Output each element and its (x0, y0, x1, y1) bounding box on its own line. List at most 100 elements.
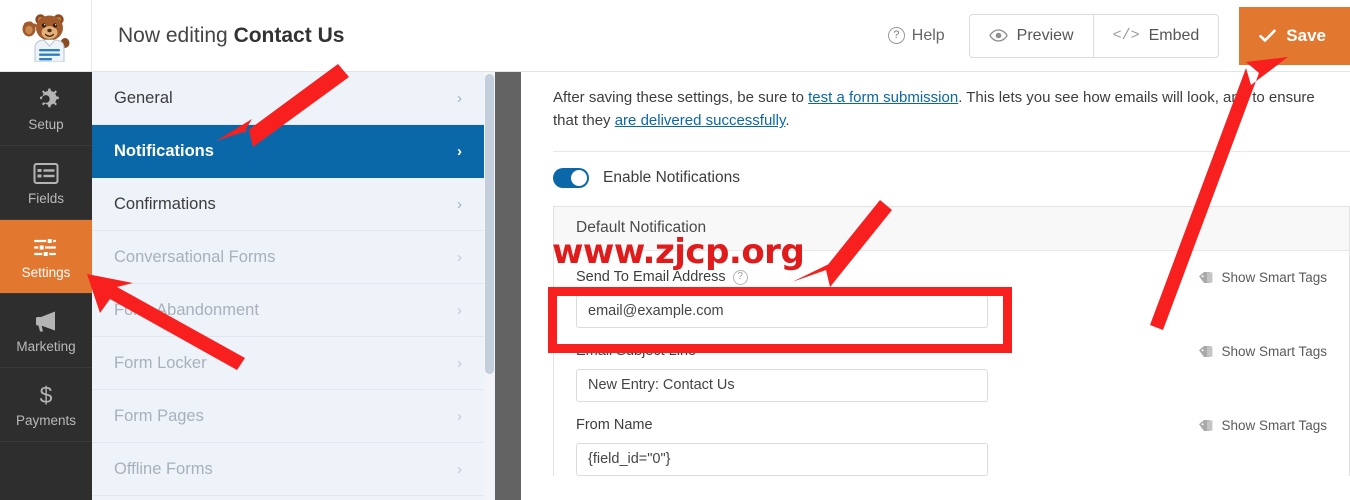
chevron-right-icon: › (457, 89, 462, 107)
chevron-right-icon: › (457, 142, 462, 160)
preview-label: Preview (1016, 26, 1074, 44)
settings-panel-scrollbar[interactable] (484, 72, 495, 500)
settings-item-general[interactable]: General › (92, 72, 484, 125)
gear-icon (40, 88, 59, 108)
show-smart-tags-label: Show Smart Tags (1221, 343, 1327, 359)
chevron-right-icon: › (457, 248, 462, 266)
toggle-knob (571, 169, 587, 186)
top-header-bar: Now editing Contact Us ? Help Preview </… (0, 0, 1350, 72)
settings-item-offline-forms[interactable]: Offline Forms › (92, 443, 484, 496)
sidebar-item-settings[interactable]: Settings (0, 220, 92, 294)
check-icon (1259, 29, 1277, 42)
from-name-input[interactable]: {field_id="0"} (576, 442, 988, 476)
settings-item-conversational-forms[interactable]: Conversational Forms › (92, 231, 484, 284)
field-label: From Name (576, 417, 653, 433)
send-to-email-address-input[interactable]: email@example.com (576, 294, 988, 328)
sidebar-item-label: Settings (21, 264, 71, 280)
dollar-icon: $ (40, 382, 53, 408)
settings-item-confirmations[interactable]: Confirmations › (92, 178, 484, 231)
help-button[interactable]: ? Help (872, 27, 961, 45)
eye-icon (988, 29, 1008, 42)
help-label: Help (911, 26, 945, 44)
card-title: Default Notification (576, 219, 707, 236)
save-label: Save (1286, 25, 1326, 45)
notifications-settings-content: After saving these settings, be sure to … (521, 72, 1350, 500)
preview-embed-group: Preview </> Embed (968, 13, 1220, 58)
chevron-right-icon: › (457, 195, 462, 213)
builder-sidebar: Setup Fields Settings Marketing $ Paymen… (0, 72, 92, 500)
show-smart-tags-label: Show Smart Tags (1221, 269, 1327, 285)
show-smart-tags-label: Show Smart Tags (1221, 417, 1327, 433)
chevron-right-icon: › (457, 460, 462, 478)
field-header: Email Subject Line Show Smart Tags (576, 341, 1327, 362)
settings-item-label: Notifications (114, 141, 214, 160)
settings-item-label: General (114, 88, 173, 107)
field-label: Send To Email Address (576, 269, 726, 285)
page-title-form-name: Contact Us (233, 23, 345, 47)
sidebar-item-fields[interactable]: Fields (0, 146, 92, 220)
svg-text:$: $ (40, 382, 53, 408)
card-header: Default Notification (554, 206, 1349, 251)
settings-item-form-locker[interactable]: Form Locker › (92, 337, 484, 390)
settings-item-label: Offline Forms (114, 459, 213, 478)
field-label: Email Subject Line (576, 343, 697, 359)
enable-notifications-row: Enable Notifications (553, 167, 1350, 188)
page-scrollbar[interactable] (495, 72, 521, 500)
sliders-icon (33, 237, 57, 258)
intro-part-3: . (785, 112, 790, 130)
test-form-submission-link[interactable]: test a form submission (808, 89, 958, 106)
divider (553, 150, 1350, 152)
settings-item-label: Confirmations (114, 194, 216, 213)
question-circle-icon: ? (887, 27, 905, 44)
delivered-successfully-link[interactable]: are delivered successfully (615, 112, 786, 129)
default-notification-card: Default Notification Send To Email Addre… (553, 205, 1350, 476)
code-brackets-icon: </> (1112, 27, 1140, 44)
settings-item-notifications[interactable]: Notifications › (92, 125, 484, 178)
show-smart-tags-button[interactable]: Show Smart Tags (1198, 418, 1327, 433)
save-button[interactable]: Save (1239, 6, 1350, 65)
preview-button[interactable]: Preview (968, 13, 1093, 58)
sidebar-item-label: Payments (15, 412, 77, 428)
enable-notifications-label: Enable Notifications (603, 168, 740, 186)
page-title: Now editing Contact Us (118, 24, 344, 48)
list-icon (33, 162, 59, 184)
enable-notifications-toggle[interactable] (553, 167, 589, 188)
settings-item-label: Form Pages (114, 406, 204, 425)
embed-button[interactable]: </> Embed (1092, 13, 1220, 58)
sidebar-item-label: Marketing (16, 338, 76, 354)
tag-icon (1199, 419, 1213, 431)
sidebar-item-label: Fields (27, 190, 64, 206)
page-title-prefix: Now editing (118, 23, 234, 47)
chevron-right-icon: › (457, 407, 462, 425)
settings-item-form-abandonment[interactable]: Form Abandonment › (92, 284, 484, 337)
show-smart-tags-button[interactable]: Show Smart Tags (1198, 344, 1327, 359)
field-email-subject-line: Email Subject Line Show Smart Tags New E… (576, 341, 1327, 402)
field-header: From Name Show Smart Tags (576, 415, 1327, 436)
wpforms-form-builder: Now editing Contact Us ? Help Preview </… (0, 0, 1350, 500)
sidebar-item-payments[interactable]: $ Payments (0, 368, 92, 442)
header-actions: ? Help Preview </> Embed Save (872, 0, 1350, 72)
chevron-right-icon: › (457, 301, 462, 319)
question-circle-icon[interactable]: ? (732, 269, 748, 285)
field-header: Send To Email Address ? Show Smart Tags (576, 267, 1327, 288)
chevron-right-icon: › (457, 354, 462, 372)
show-smart-tags-button[interactable]: Show Smart Tags (1198, 270, 1327, 285)
sidebar-item-label: Setup (28, 116, 64, 132)
input-value: New Entry: Contact Us (588, 377, 735, 393)
embed-label: Embed (1148, 26, 1200, 44)
megaphone-icon (36, 311, 55, 332)
sidebar-item-setup[interactable]: Setup (0, 72, 92, 146)
scrollbar-thumb[interactable] (485, 74, 494, 374)
sidebar-item-marketing[interactable]: Marketing (0, 294, 92, 368)
input-value: {field_id="0"} (588, 451, 671, 467)
field-from-name: From Name Show Smart Tags {field_id="0"} (576, 415, 1327, 476)
tag-icon (1199, 271, 1213, 283)
field-send-to-email-address: Send To Email Address ? Show Smart Tags (576, 267, 1327, 328)
wpforms-logo (0, 0, 92, 72)
intro-text: After saving these settings, be sure to … (553, 86, 1343, 133)
settings-item-form-pages[interactable]: Form Pages › (92, 390, 484, 443)
email-subject-line-input[interactable]: New Entry: Contact Us (576, 368, 988, 402)
card-body: Send To Email Address ? Show Smart Tags (554, 251, 1349, 476)
settings-item-label: Form Abandonment (114, 300, 259, 319)
tag-icon (1199, 345, 1213, 357)
